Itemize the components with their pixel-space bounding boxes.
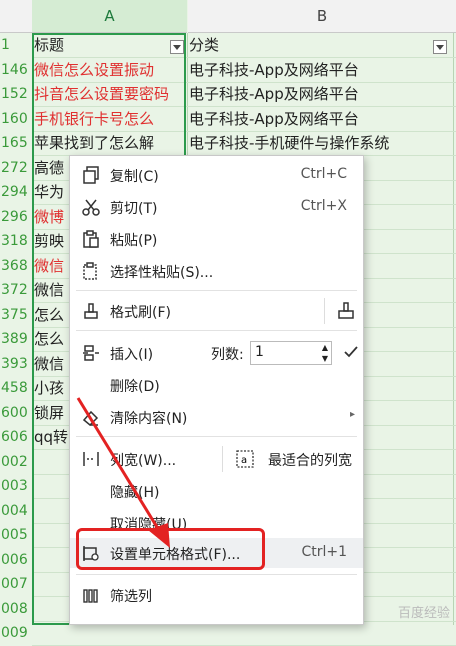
column-count-stepper[interactable]: 1 ▲ ▼: [250, 341, 332, 365]
header-cell-category[interactable]: 分类: [189, 33, 454, 57]
row-number[interactable]: 003: [0, 474, 32, 498]
paste-special-icon: [83, 262, 97, 280]
watermark: 百度经验: [397, 606, 450, 621]
row-number[interactable]: 272: [0, 156, 32, 180]
brush-icon: [84, 303, 98, 319]
cell-title[interactable]: 抖音怎么设置要密码: [34, 82, 186, 106]
eraser-icon: [82, 410, 99, 426]
row-number[interactable]: 008: [0, 597, 32, 621]
menu-item-paste-special[interactable]: 选择性粘贴(S)...: [70, 256, 363, 286]
column-header-b[interactable]: B: [188, 0, 456, 33]
svg-text:a: a: [241, 455, 247, 466]
row-number[interactable]: 002: [0, 450, 32, 474]
menu-divider: [222, 446, 223, 472]
paste-icon: [83, 230, 99, 248]
filter-dropdown-b[interactable]: [433, 40, 447, 54]
row-number[interactable]: 372: [0, 278, 32, 302]
row-number[interactable]: 318: [0, 229, 32, 253]
menu-item-hide[interactable]: 隐藏(H): [70, 476, 363, 506]
row-number[interactable]: 606: [0, 425, 32, 449]
submenu-arrow-icon: ▸: [349, 409, 355, 420]
row-number[interactable]: 375: [0, 303, 32, 327]
menu-item-column-width[interactable]: 列宽(W)... a 最适合的列宽: [70, 444, 363, 474]
menu-divider: [324, 298, 325, 324]
cell-title[interactable]: 微信怎么设置振动: [34, 58, 186, 82]
menu-item-format-painter[interactable]: 格式刷(F): [70, 296, 363, 326]
corner-header[interactable]: [0, 0, 32, 33]
menu-item-paste[interactable]: 粘贴(P): [70, 224, 363, 254]
column-a-label: A: [104, 7, 115, 25]
scissors-icon: [82, 199, 100, 216]
menu-item-copy[interactable]: 复制(C) Ctrl+C: [70, 160, 363, 190]
row-number[interactable]: 389: [0, 327, 32, 351]
row-number[interactable]: 007: [0, 572, 32, 596]
insert-column-icon: [83, 345, 99, 361]
cell-category[interactable]: 电子科技-App及网络平台: [189, 82, 454, 106]
menu-item-insert[interactable]: 插入(I) 列数: 1 ▲ ▼: [70, 338, 363, 368]
row-number[interactable]: 005: [0, 523, 32, 547]
row-number[interactable]: 393: [0, 352, 32, 376]
row-number[interactable]: 458: [0, 376, 32, 400]
row-number[interactable]: 600: [0, 401, 32, 425]
row-number[interactable]: 152: [0, 82, 32, 106]
menu-item-best-fit-width[interactable]: 最适合的列宽: [268, 450, 352, 470]
cell-category[interactable]: 电子科技-App及网络平台: [189, 58, 454, 82]
row-number[interactable]: 146: [0, 58, 32, 82]
menu-separator: [76, 330, 357, 331]
row-number[interactable]: 004: [0, 499, 32, 523]
menu-item-cut[interactable]: 剪切(T) Ctrl+X: [70, 192, 363, 222]
format-brush-icon[interactable]: [336, 301, 356, 321]
confirm-check-icon[interactable]: [344, 345, 358, 359]
copy-icon: [83, 166, 99, 184]
menu-separator: [76, 574, 357, 575]
column-width-icon: [83, 452, 99, 466]
menu-item-clear-contents[interactable]: 清除内容(N) ▸: [70, 402, 363, 432]
row-number[interactable]: 1: [0, 33, 32, 57]
stepper-arrows-icon[interactable]: ▲ ▼: [322, 342, 328, 364]
menu-item-filter-column[interactable]: 筛选列: [70, 580, 363, 610]
filter-column-icon: [83, 589, 98, 603]
column-b-label: B: [316, 7, 328, 25]
menu-item-delete[interactable]: 删除(D): [70, 370, 363, 400]
cell-category[interactable]: 电子科技-手机硬件与操作系统: [189, 131, 454, 155]
row-number[interactable]: 296: [0, 205, 32, 229]
menu-separator: [76, 290, 357, 291]
best-fit-icon: a: [236, 450, 254, 468]
annotation-highlight-box: [76, 528, 265, 570]
cell-title[interactable]: 手机银行卡号怎么: [34, 107, 186, 131]
row-number[interactable]: 368: [0, 254, 32, 278]
filter-dropdown-a[interactable]: [170, 40, 184, 54]
column-header-a[interactable]: A: [32, 0, 187, 33]
row-number[interactable]: 006: [0, 548, 32, 572]
cell-title[interactable]: 苹果找到了怎么解: [34, 131, 186, 155]
row-number[interactable]: 160: [0, 107, 32, 131]
row-number[interactable]: 294: [0, 180, 32, 204]
header-cell-title[interactable]: 标题: [34, 33, 186, 57]
cell-category[interactable]: 电子科技-App及网络平台: [189, 107, 454, 131]
menu-separator: [76, 436, 357, 437]
gridline: [32, 33, 33, 625]
row-number[interactable]: 165: [0, 131, 32, 155]
column-count-label: 列数:: [211, 347, 244, 363]
